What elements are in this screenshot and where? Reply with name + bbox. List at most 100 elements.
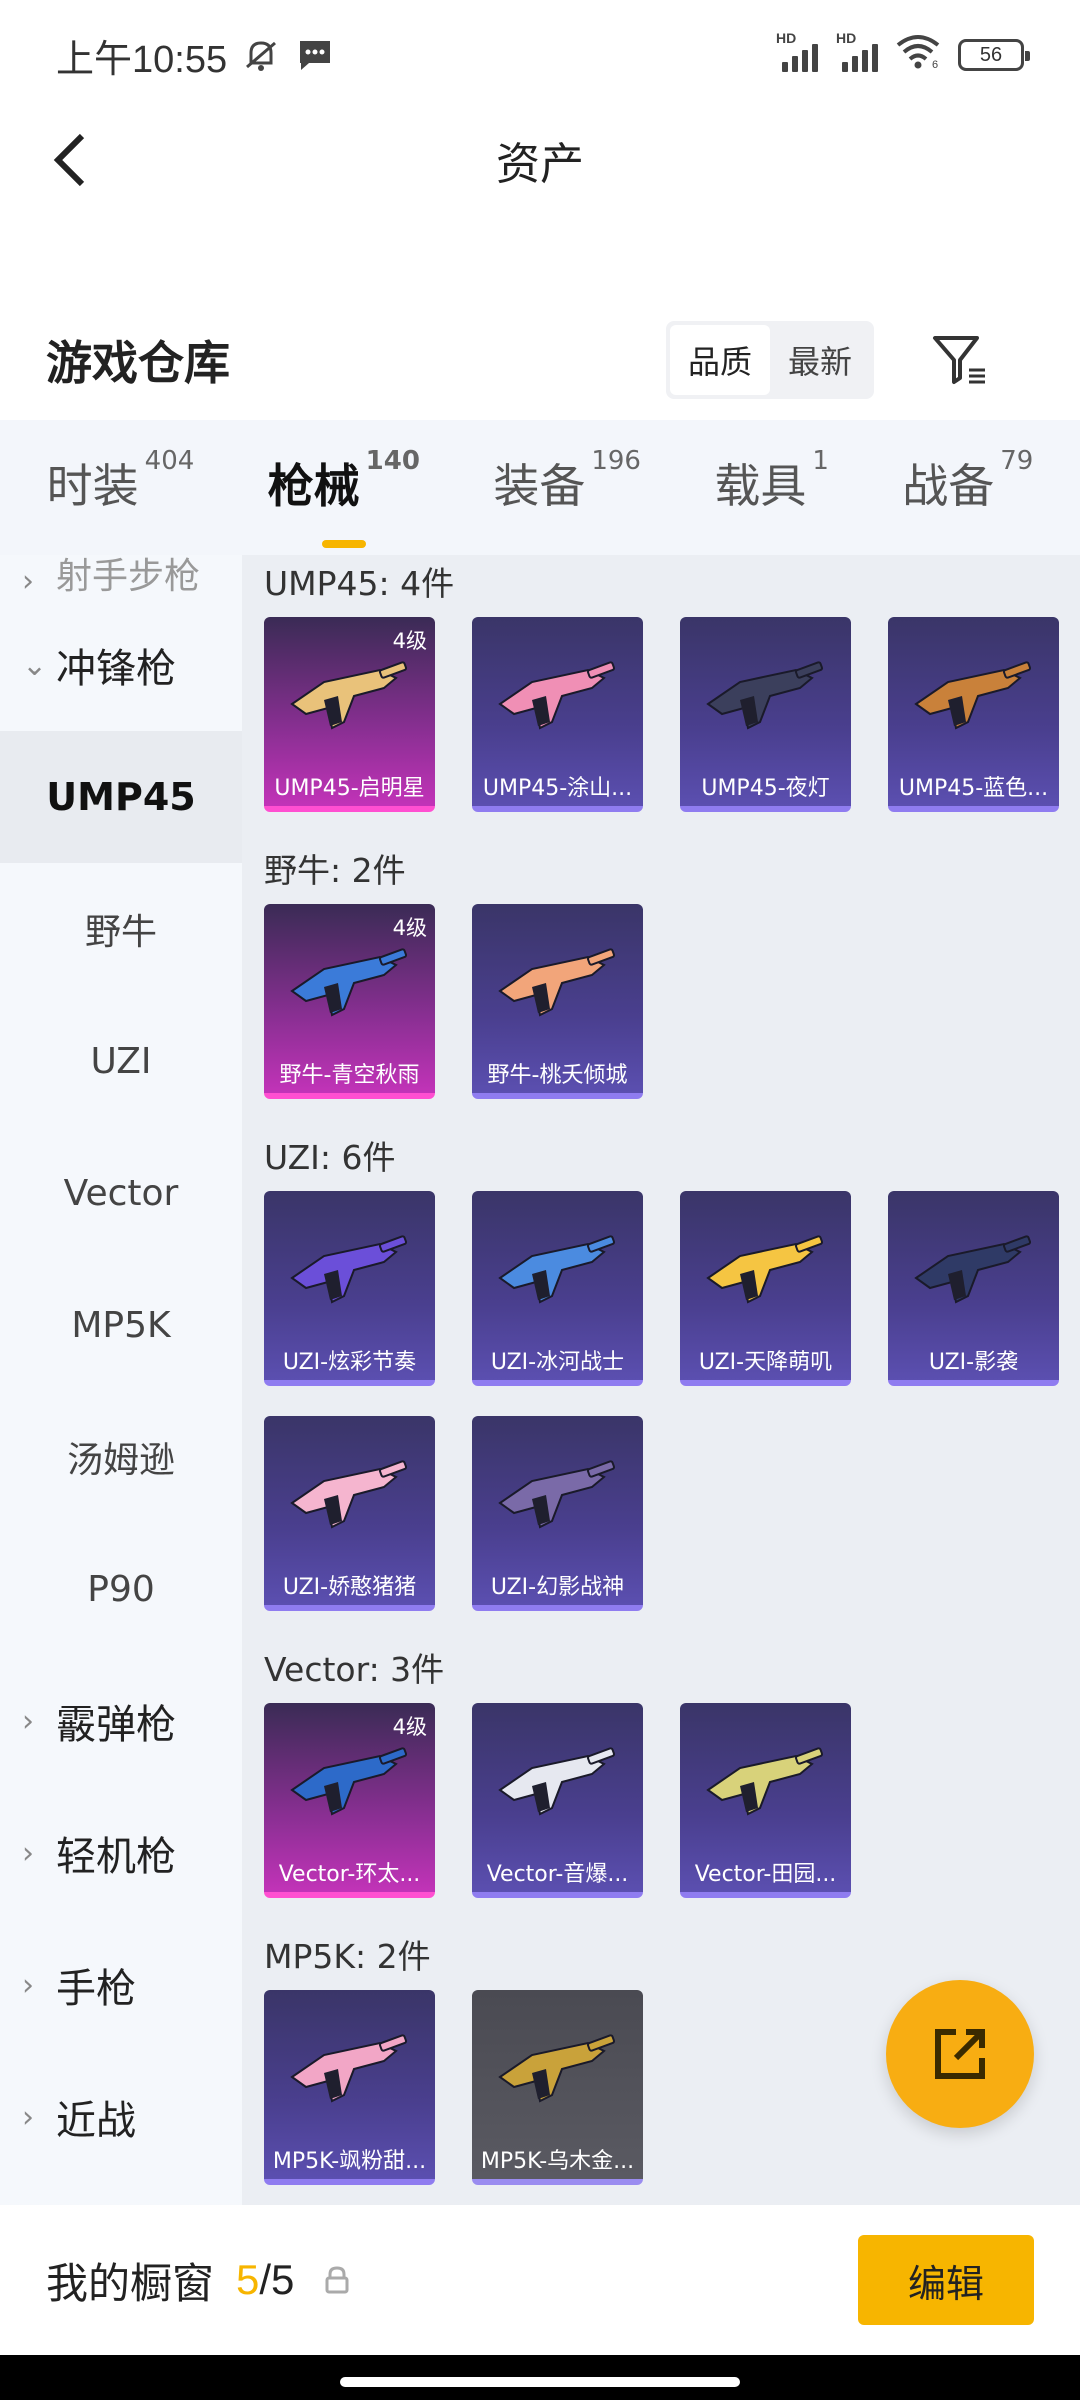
- battery-icon: 56: [958, 39, 1030, 71]
- weapon-image: [492, 1738, 622, 1828]
- mute-bell-icon: [246, 41, 277, 71]
- sort-quality-button[interactable]: 品质: [669, 325, 770, 395]
- card-row: UZI-娇憨猪猪 UZI-幻影战神: [264, 1416, 1080, 1611]
- level-badge: 4级: [392, 629, 427, 653]
- weapon-card[interactable]: MP5K-乌木金...: [472, 1990, 643, 2185]
- group-title: MP5K: 2件: [264, 1937, 431, 1976]
- tab-equipment[interactable]: 装备 196: [493, 446, 641, 526]
- chevron-right-icon: ›: [22, 2099, 34, 2135]
- weapon-name: Vector-音爆...: [486, 1862, 629, 1887]
- sidebar-group-melee[interactable]: › 近战: [0, 2051, 242, 2183]
- tab-vehicles[interactable]: 载具 1: [714, 446, 829, 526]
- weapon-card[interactable]: 4级 Vector-环太...: [264, 1703, 435, 1898]
- weapon-name: 野牛-青空秋雨: [279, 1063, 420, 1088]
- group-title: UMP45: 4件: [264, 564, 455, 603]
- chevron-right-icon: ›: [22, 1703, 34, 1739]
- weapon-name: Vector-田园...: [694, 1862, 837, 1887]
- weapon-name: UMP45-涂山...: [482, 776, 633, 801]
- sidebar-group-smg[interactable]: ⌄ 冲锋枪: [0, 599, 242, 731]
- weapon-image: [700, 1226, 830, 1316]
- card-row: UZI-炫彩节奏 UZI-冰河战士 UZI-天降萌叽 UZI-影袭: [264, 1191, 1080, 1386]
- back-button[interactable]: [40, 122, 100, 198]
- filter-button[interactable]: [924, 325, 994, 395]
- chevron-left-icon: [53, 133, 85, 187]
- battery-level: 56: [979, 43, 1003, 66]
- weapon-image: [492, 2025, 622, 2115]
- weapon-card[interactable]: UZI-幻影战神: [472, 1416, 643, 1611]
- weapon-image: [284, 939, 414, 1029]
- sidebar-item-ump45[interactable]: UMP45: [0, 731, 242, 863]
- signal-icon-2: HD: [836, 30, 878, 72]
- weapon-name: UZI-幻影战神: [490, 1575, 625, 1600]
- wifi-icon: 6: [896, 33, 940, 78]
- weapon-name: 野牛-桃夭倾城: [487, 1063, 628, 1088]
- weapon-image: [700, 652, 830, 742]
- sidebar-item-bizon[interactable]: 野牛: [0, 863, 242, 995]
- tab-supplies[interactable]: 战备 79: [902, 446, 1033, 526]
- sidebar-item-p90[interactable]: P90: [0, 1523, 242, 1655]
- card-row: 4级 野牛-青空秋雨 野牛-桃夭倾城: [264, 904, 1080, 1099]
- sidebar-item-dmr[interactable]: › 射手步枪: [0, 555, 242, 599]
- weapon-category-sidebar: › 射手步枪 ⌄ 冲锋枪 UMP45 野牛 UZI Vector MP5K 汤姆…: [0, 555, 242, 2205]
- sort-latest-button[interactable]: 最新: [770, 325, 870, 395]
- weapon-name: UMP45-蓝色...: [898, 776, 1049, 801]
- weapon-image: [492, 1451, 622, 1541]
- home-indicator[interactable]: [340, 2377, 740, 2387]
- sidebar-item-thompson[interactable]: 汤姆逊: [0, 1391, 242, 1523]
- sidebar-item-uzi[interactable]: UZI: [0, 995, 242, 1127]
- status-time: 上午10:55: [56, 38, 228, 81]
- chevron-right-icon: ›: [22, 564, 34, 599]
- weapon-card[interactable]: UMP45-涂山...: [472, 617, 643, 812]
- edit-button[interactable]: 编辑: [858, 2235, 1034, 2325]
- level-badge: 4级: [392, 916, 427, 940]
- system-nav-bar: [0, 2355, 1080, 2400]
- group-title: Vector: 3件: [264, 1650, 445, 1689]
- sidebar-group-shotgun[interactable]: › 霰弹枪: [0, 1655, 242, 1787]
- weapon-image: [284, 1738, 414, 1828]
- weapon-card[interactable]: UZI-冰河战士: [472, 1191, 643, 1386]
- chevron-down-icon: ⌄: [22, 647, 48, 683]
- weapon-name: UZI-影袭: [928, 1350, 1019, 1375]
- level-badge: 4级: [392, 1715, 427, 1739]
- card-row: 4级 Vector-环太... Vector-音爆... Vector-田园...: [264, 1703, 1080, 1898]
- weapon-name: UMP45-启明星: [274, 776, 425, 801]
- lock-icon: [322, 2265, 352, 2295]
- weapon-name: MP5K-飒粉甜...: [272, 2149, 427, 2174]
- weapon-grid: UMP45: 4件 4级 UMP45-启明星 UMP45-涂山... UMP45-夜灯 U…: [242, 555, 1080, 2205]
- section-title: 游戏仓库: [46, 336, 230, 390]
- sort-toggle: 品质 最新: [665, 321, 874, 399]
- weapon-card[interactable]: 野牛-桃夭倾城: [472, 904, 643, 1099]
- weapon-card[interactable]: UMP45-蓝色...: [888, 617, 1059, 812]
- weapon-card[interactable]: UZI-娇憨猪猪: [264, 1416, 435, 1611]
- share-button[interactable]: [886, 1980, 1034, 2128]
- weapon-card[interactable]: UZI-天降萌叽: [680, 1191, 851, 1386]
- weapon-image: [908, 652, 1038, 742]
- tab-firearms[interactable]: 枪械 140: [268, 446, 420, 526]
- warehouse-header: 游戏仓库 品质 最新: [0, 310, 1080, 410]
- sidebar-item-mp5k[interactable]: MP5K: [0, 1259, 242, 1391]
- weapon-card[interactable]: Vector-音爆...: [472, 1703, 643, 1898]
- weapon-image: [284, 2025, 414, 2115]
- weapon-name: UZI-冰河战士: [490, 1350, 625, 1375]
- tab-fashion[interactable]: 时装 404: [47, 446, 195, 526]
- weapon-image: [492, 1226, 622, 1316]
- weapon-card[interactable]: UZI-炫彩节奏: [264, 1191, 435, 1386]
- weapon-card[interactable]: 4级野牛-青空秋雨: [264, 904, 435, 1099]
- weapon-image: [284, 1451, 414, 1541]
- weapon-name: UZI-天降萌叽: [698, 1350, 833, 1375]
- signal-icon: HD: [776, 30, 818, 72]
- top-bar: 资产: [0, 110, 1080, 210]
- sidebar-group-pistol[interactable]: › 手枪: [0, 1919, 242, 2051]
- weapon-image: [908, 1226, 1038, 1316]
- weapon-card[interactable]: MP5K-飒粉甜...: [264, 1990, 435, 2185]
- sidebar-group-lmg[interactable]: › 轻机枪: [0, 1787, 242, 1919]
- weapon-card[interactable]: 4级 UMP45-启明星: [264, 617, 435, 812]
- weapon-image: [700, 1738, 830, 1828]
- weapon-card[interactable]: UMP45-夜灯: [680, 617, 851, 812]
- chevron-right-icon: ›: [22, 1967, 34, 2003]
- weapon-name: UMP45-夜灯: [701, 776, 830, 801]
- sidebar-item-vector[interactable]: Vector: [0, 1127, 242, 1259]
- showcase-count: 5/5: [236, 2256, 295, 2303]
- weapon-card[interactable]: Vector-田园...: [680, 1703, 851, 1898]
- weapon-card[interactable]: UZI-影袭: [888, 1191, 1059, 1386]
